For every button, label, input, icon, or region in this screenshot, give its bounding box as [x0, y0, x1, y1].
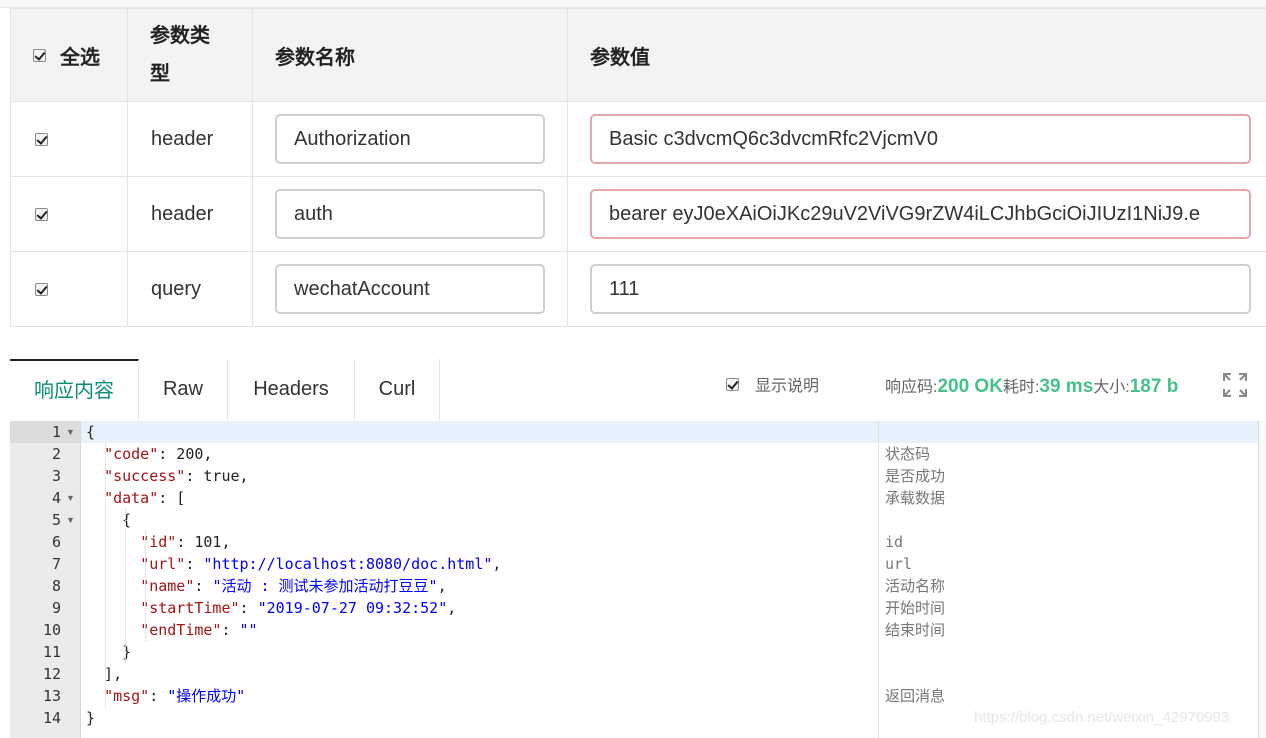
- param-value-cell: bearer eyJ0eXAiOiJKc29uV2ViVG9rZW4iLCJhb…: [567, 176, 1266, 252]
- expand-icon[interactable]: [1222, 372, 1248, 398]
- line-number: 9: [51, 599, 61, 617]
- code-line: {: [86, 423, 96, 441]
- line-comment: 开始时间: [885, 599, 946, 617]
- line-number: 12: [42, 665, 61, 683]
- indent-guide: [145, 531, 146, 641]
- line-number: 10: [42, 621, 61, 639]
- param-value-header: 参数值: [567, 8, 1266, 102]
- select-all-header[interactable]: 全选: [10, 8, 128, 102]
- line-comment: id: [885, 533, 904, 551]
- status-code-label: 响应码:: [885, 379, 938, 396]
- line-number: 1: [51, 423, 61, 441]
- top-divider: [0, 0, 1266, 8]
- param-row-checkbox-cell: [10, 251, 128, 327]
- line-number: 4: [51, 489, 61, 507]
- line-comment: 活动名称: [885, 577, 946, 595]
- param-type: query: [127, 251, 253, 327]
- param-row-checkbox[interactable]: [35, 132, 48, 146]
- param-type-header-label: 参数类型: [150, 25, 210, 85]
- editor-gutter: 1 ▼ 2 3 4 ▼ 5 ▼ 6 7 8 9 10 11 12 13 14: [10, 421, 81, 738]
- show-explain-label: 显示说明: [755, 378, 820, 395]
- line-comment: 状态码: [885, 445, 931, 463]
- line-number: 8: [51, 577, 61, 595]
- parameters-header-row: 全选 参数类型 参数名称 参数值: [10, 8, 1266, 102]
- line-number: 2: [51, 445, 61, 463]
- param-value-input[interactable]: Basic c3dvcmQ6c3dvcmRfc2VjcmV0: [590, 114, 1251, 164]
- line-comment: 是否成功: [885, 467, 946, 485]
- select-all-label: 全选: [60, 46, 100, 69]
- param-name-input[interactable]: wechatAccount: [275, 264, 545, 314]
- line-number: 13: [42, 687, 61, 705]
- indent-guide: [125, 509, 126, 663]
- code-line: "startTime": "2019-07-27 09:32:52",: [140, 599, 457, 617]
- line-number: 14: [42, 709, 61, 727]
- param-name-header: 参数名称: [252, 8, 568, 102]
- param-value-input[interactable]: 111: [590, 264, 1251, 314]
- size-label: 大小:: [1093, 379, 1130, 396]
- code-line: "id": 101,: [140, 533, 231, 551]
- size-value: 187 b: [1129, 376, 1179, 397]
- param-row: query wechatAccount 111: [10, 251, 1266, 327]
- line-comment: 结束时间: [885, 621, 946, 639]
- select-all-checkbox[interactable]: [33, 48, 46, 62]
- parameters-table: 全选 参数类型 参数名称 参数值 header Authorization Ba…: [10, 8, 1266, 327]
- response-tabs: 响应内容 Raw Headers Curl 显示说明 响应码:200 OK耗时:…: [10, 359, 1266, 423]
- param-value-cell: Basic c3dvcmQ6c3dvcmRfc2VjcmV0: [567, 101, 1266, 177]
- code-line: "msg": "操作成功": [104, 687, 246, 705]
- param-name-cell: auth: [252, 176, 568, 252]
- tab-raw[interactable]: Raw: [139, 359, 228, 420]
- line-number: 6: [51, 533, 61, 551]
- show-explain-checkbox[interactable]: [726, 378, 739, 392]
- param-row: header auth bearer eyJ0eXAiOiJKc29uV2ViV…: [10, 176, 1266, 252]
- param-row-checkbox-cell: [10, 101, 128, 177]
- code-area[interactable]: { "code": 200, "success": true, "data": …: [81, 421, 1266, 738]
- watermark: https://blog.csdn.net/weixin_42970993: [974, 709, 1230, 726]
- line-number: 5: [51, 511, 61, 529]
- param-type: header: [127, 176, 253, 252]
- param-name-input[interactable]: auth: [275, 189, 545, 239]
- param-row-checkbox[interactable]: [35, 282, 48, 296]
- tab-curl[interactable]: Curl: [355, 359, 440, 420]
- line-comment: 返回消息: [885, 687, 946, 705]
- code-line: "url": "http://localhost:8080/doc.html",: [140, 555, 502, 573]
- code-line: "name": "活动 : 测试未参加活动打豆豆",: [140, 577, 447, 595]
- param-name-cell: wechatAccount: [252, 251, 568, 327]
- param-row-checkbox-cell: [10, 176, 128, 252]
- response-status: 响应码:200 OK耗时:39 ms大小:187 b: [885, 359, 1178, 415]
- code-line: "endTime": "": [140, 621, 258, 639]
- response-editor[interactable]: 1 ▼ 2 3 4 ▼ 5 ▼ 6 7 8 9 10 11 12 13 14 { "code": 200, "s…: [10, 421, 1266, 738]
- param-name-input[interactable]: Authorization: [275, 114, 545, 164]
- code-line: }: [86, 709, 96, 727]
- line-comment: 承载数据: [885, 489, 946, 507]
- param-row-checkbox[interactable]: [35, 207, 48, 221]
- tab-response-content[interactable]: 响应内容: [10, 359, 139, 423]
- time-value: 39 ms: [1039, 376, 1094, 397]
- show-explain-toggle[interactable]: 显示说明: [726, 359, 819, 415]
- line-number: 7: [51, 555, 61, 573]
- param-type-header: 参数类型: [127, 8, 253, 102]
- param-type: header: [127, 101, 253, 177]
- param-row: header Authorization Basic c3dvcmQ6c3dvc…: [10, 101, 1266, 177]
- param-value-input[interactable]: bearer eyJ0eXAiOiJKc29uV2ViVG9rZW4iLCJhb…: [590, 189, 1251, 239]
- explain-column: 状态码是否成功承载数据 id url 活动名称开始时间结束时间返回消息: [878, 421, 1259, 738]
- fold-toggle-icon[interactable]: ▼: [66, 487, 76, 509]
- line-comment: url: [885, 555, 913, 573]
- fold-toggle-icon[interactable]: ▼: [66, 509, 76, 531]
- code-line: "success": true,: [104, 467, 249, 485]
- line-number: 3: [51, 467, 61, 485]
- param-name-cell: Authorization: [252, 101, 568, 177]
- fold-toggle-icon[interactable]: ▼: [66, 421, 76, 443]
- param-value-cell: 111: [567, 251, 1266, 327]
- time-label: 耗时:: [1002, 379, 1040, 396]
- status-code-value: 200 OK: [937, 376, 1003, 397]
- indent-guide: [105, 443, 106, 707]
- line-number: 11: [42, 643, 61, 661]
- editor-scrollbar[interactable]: [1258, 421, 1266, 738]
- code-line: "data": [: [104, 489, 186, 507]
- tab-headers[interactable]: Headers: [228, 359, 355, 420]
